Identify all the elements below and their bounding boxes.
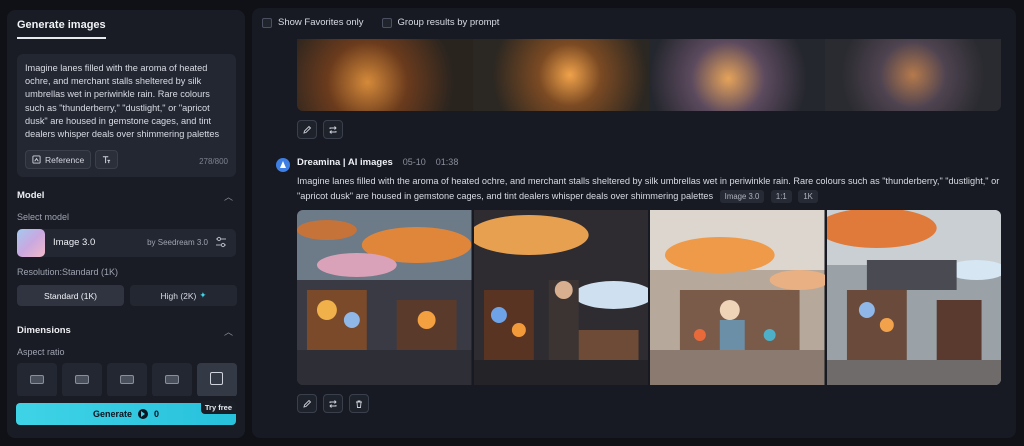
- reference-label: Reference: [45, 154, 85, 165]
- aspect-shape-icon: [210, 372, 223, 385]
- result-image[interactable]: [297, 39, 473, 111]
- pencil-icon: [303, 399, 312, 408]
- aspect-shape-icon: [165, 375, 179, 384]
- results-panel: Show Favorites only Group results by pro…: [252, 8, 1016, 438]
- resolution-high-button[interactable]: High (2K) ✦: [130, 285, 237, 306]
- text-format-icon: [103, 156, 111, 164]
- result-image[interactable]: [649, 39, 825, 111]
- generate-label: Generate: [92, 409, 132, 419]
- aspect-option-1-1[interactable]: [197, 363, 237, 397]
- entry-author: Dreamina | AI images: [297, 157, 393, 168]
- aspect-option-4-3[interactable]: [152, 363, 192, 397]
- try-free-badge: Try free: [200, 401, 236, 414]
- aspect-option-16-9[interactable]: [62, 363, 102, 397]
- generate-bar: Generate 0 Try free: [7, 396, 245, 438]
- aspect-option-3-2[interactable]: [107, 363, 147, 397]
- favorites-label: Show Favorites only: [278, 17, 364, 28]
- aspect-shape-icon: [30, 375, 44, 384]
- prompt-textarea[interactable]: Imagine lanes filled with the aroma of h…: [25, 62, 228, 152]
- entry-actions: [297, 394, 369, 413]
- pencil-icon: [303, 125, 312, 134]
- entry-prompt: Imagine lanes filled with the aroma of h…: [297, 174, 1002, 203]
- aspect-shape-icon: [120, 375, 134, 384]
- prompt-box[interactable]: Imagine lanes filled with the aroma of h…: [17, 54, 236, 177]
- model-name: Image 3.0: [53, 237, 96, 248]
- sparkle-icon: ✦: [199, 290, 207, 300]
- entry-prompt-text: Imagine lanes filled with the aroma of h…: [297, 176, 1000, 201]
- edit-button[interactable]: [297, 394, 317, 413]
- previous-actions: [297, 120, 343, 139]
- previous-results-strip: [297, 39, 1001, 111]
- char-count: 278/800: [199, 157, 228, 166]
- result-image[interactable]: [826, 210, 1001, 385]
- credit-icon: [138, 409, 148, 419]
- model-thumbnail: [17, 229, 45, 257]
- model-selector[interactable]: Image 3.0 by Seedream 3.0: [17, 229, 236, 257]
- image-reference-icon: [32, 155, 41, 164]
- market-scene-illustration: [297, 210, 472, 385]
- entry-header: Dreamina | AI images 05-10 01:38: [297, 157, 458, 168]
- result-image[interactable]: [297, 210, 472, 385]
- reference-button[interactable]: Reference: [25, 150, 92, 169]
- resolution-label: Resolution:Standard (1K): [17, 267, 119, 277]
- tag-model[interactable]: Image 3.0: [719, 189, 765, 203]
- result-image[interactable]: [650, 210, 825, 385]
- generate-panel: Generate images Imagine lanes filled wit…: [7, 10, 245, 438]
- resolution-standard-label: Standard (1K): [44, 290, 97, 301]
- entry-date: 05-10: [402, 157, 426, 167]
- repeat-icon: [329, 125, 337, 134]
- result-grid: [297, 210, 1001, 385]
- resolution-high-label: High (2K): [160, 290, 197, 301]
- tag-resolution[interactable]: 1K: [798, 189, 818, 203]
- checkbox[interactable]: [262, 17, 272, 28]
- generate-cost: 0: [154, 409, 160, 419]
- regenerate-button[interactable]: [323, 120, 343, 139]
- select-model-label: Select model: [17, 212, 70, 222]
- result-image[interactable]: [473, 39, 649, 111]
- repeat-icon: [329, 399, 337, 408]
- aspect-shape-icon: [75, 375, 89, 384]
- trash-icon: [356, 400, 362, 408]
- checkbox[interactable]: [381, 17, 392, 28]
- chevron-up-icon[interactable]: ︿: [224, 325, 233, 338]
- market-scene-illustration: [473, 210, 648, 385]
- market-scene-illustration: [826, 210, 1001, 385]
- group-toggle[interactable]: Group results by prompt: [381, 17, 500, 28]
- entry-time: 01:38: [435, 157, 459, 167]
- group-label: Group results by prompt: [397, 17, 500, 28]
- app-root: Generate images Imagine lanes filled wit…: [0, 0, 1024, 446]
- delete-button[interactable]: [349, 394, 369, 413]
- aspect-ratio-options: [17, 363, 237, 397]
- sliders-icon[interactable]: [215, 236, 227, 248]
- model-provider: by Seedream 3.0: [147, 238, 208, 247]
- generate-button[interactable]: Generate 0 Try free: [16, 401, 236, 425]
- text-format-button[interactable]: [95, 150, 119, 169]
- favorites-toggle[interactable]: Show Favorites only: [262, 17, 364, 28]
- aspect-ratio-label: Aspect ratio: [17, 347, 65, 357]
- dreamina-avatar-icon: [276, 158, 290, 172]
- resolution-standard-button[interactable]: Standard (1K): [17, 285, 124, 306]
- filter-bar: Show Favorites only Group results by pro…: [262, 17, 499, 28]
- dimensions-section-title: Dimensions: [17, 325, 71, 336]
- tab-generate-images[interactable]: Generate images: [17, 19, 106, 39]
- aspect-option-21-9[interactable]: [17, 363, 57, 397]
- result-image[interactable]: [473, 210, 648, 385]
- regenerate-button[interactable]: [323, 394, 343, 413]
- market-scene-illustration: [650, 210, 825, 385]
- edit-button[interactable]: [297, 120, 317, 139]
- model-section-title: Model: [17, 190, 45, 201]
- chevron-up-icon[interactable]: ︿: [224, 190, 233, 203]
- result-image[interactable]: [825, 39, 1001, 111]
- tag-ratio[interactable]: 1:1: [770, 189, 792, 203]
